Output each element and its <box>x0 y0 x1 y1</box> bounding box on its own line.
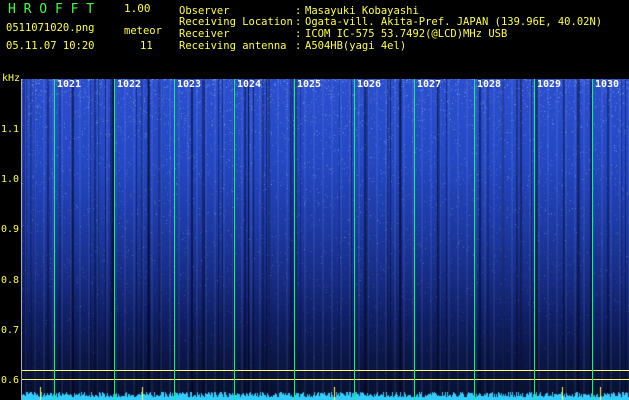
receiver-label: Receiver <box>179 28 230 40</box>
receiver-colon: : <box>295 28 302 40</box>
y-axis-line <box>21 79 22 400</box>
minute-marker-1030 <box>592 79 593 400</box>
x-tick-1028: 1028 <box>477 79 502 90</box>
y-tick-1.0: 1.0 <box>1 174 20 185</box>
location-label: Receiving Location <box>179 16 293 28</box>
antenna-colon: : <box>295 40 302 52</box>
timestamp: 05.11.07 10:20 <box>6 40 95 52</box>
minute-marker-1026 <box>354 79 355 400</box>
minute-marker-1024 <box>234 79 235 400</box>
minute-marker-1023 <box>174 79 175 400</box>
x-tick-1023: 1023 <box>177 79 202 90</box>
x-tick-1025: 1025 <box>297 79 322 90</box>
antenna-value: A504HB(yagi 4el) <box>305 40 407 52</box>
y-tick-0.8: 0.8 <box>1 275 20 286</box>
minute-marker-1025 <box>294 79 295 400</box>
y-tick-0.7: 0.7 <box>1 325 20 336</box>
x-tick-1029: 1029 <box>537 79 562 90</box>
antenna-label: Receiving antenna <box>179 40 287 52</box>
location-colon: : <box>295 16 302 28</box>
y-tick-0.9: 0.9 <box>1 224 20 235</box>
x-tick-1030: 1030 <box>595 79 620 90</box>
minute-marker-1028 <box>474 79 475 400</box>
app-version: 1.00 <box>124 2 151 15</box>
y-tick-1.1: 1.1 <box>1 124 20 135</box>
x-tick-1027: 1027 <box>417 79 442 90</box>
x-tick-1021: 1021 <box>57 79 82 90</box>
x-tick-1022: 1022 <box>117 79 142 90</box>
file-name: 0511071020.png <box>6 22 95 34</box>
minute-marker-1021 <box>54 79 55 400</box>
observer-colon: : <box>295 5 302 17</box>
minute-marker-1029 <box>534 79 535 400</box>
x-tick-1026: 1026 <box>357 79 382 90</box>
app-title: H R O F F T <box>8 2 95 17</box>
minute-marker-1022 <box>114 79 115 400</box>
y-tick-0.6: 0.6 <box>1 375 20 386</box>
minute-marker-1027 <box>414 79 415 400</box>
meteor-count: 11 <box>140 40 153 52</box>
x-tick-1024: 1024 <box>237 79 262 90</box>
receiver-value: ICOM IC-575 53.7492(@LCD)MHz USB <box>305 28 508 40</box>
y-axis-unit: kHz <box>2 73 21 84</box>
observer-label: Observer <box>179 5 230 17</box>
observer-value: Masayuki Kobayashi <box>305 5 419 17</box>
meteor-label: meteor <box>124 25 162 37</box>
location-value: Ogata-vill. Akita-Pref. JAPAN (139.96E, … <box>305 16 603 28</box>
